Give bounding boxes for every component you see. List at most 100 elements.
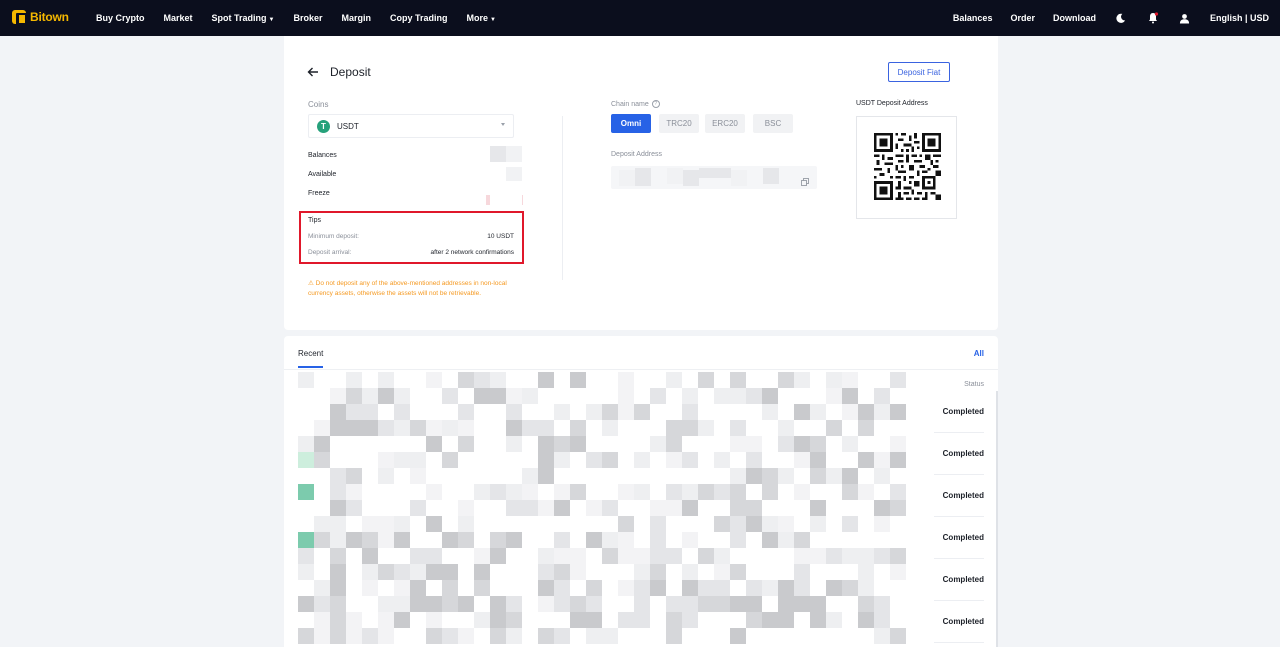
redaction-pixel xyxy=(426,628,442,644)
redaction-pixel xyxy=(794,484,810,500)
redaction-pixel xyxy=(778,580,794,596)
redaction-pixel xyxy=(762,388,778,404)
redaction-pixel xyxy=(778,468,794,484)
redaction-pixel xyxy=(426,484,442,500)
nav-buy-crypto[interactable]: Buy Crypto xyxy=(96,13,145,23)
redaction-pixel xyxy=(826,580,842,596)
redaction-pixel xyxy=(394,596,410,612)
redaction-pixel xyxy=(378,452,394,468)
redaction-pixel xyxy=(842,548,858,564)
redaction-pixel xyxy=(378,596,394,612)
redaction-pixel xyxy=(474,580,490,596)
redaction-pixel xyxy=(618,612,634,628)
redaction-pixel xyxy=(810,468,826,484)
redaction-pixel xyxy=(586,596,602,612)
view-all-link[interactable]: All xyxy=(974,349,984,358)
redaction-pixel xyxy=(570,612,586,628)
nav-more[interactable]: More ▼ xyxy=(467,13,496,23)
redaction-pixel xyxy=(330,580,346,596)
redaction-pixel xyxy=(490,388,506,404)
redaction-pixel xyxy=(602,628,618,644)
redaction-pixel xyxy=(746,452,762,468)
chain-trc20-button[interactable]: TRC20 xyxy=(659,114,699,133)
redacted-value xyxy=(506,167,522,181)
scrollbar[interactable] xyxy=(996,391,998,647)
nav-balances[interactable]: Balances xyxy=(953,13,993,23)
redaction-pixel xyxy=(554,436,570,452)
redaction-pixel xyxy=(602,452,618,468)
logo-icon xyxy=(12,10,27,25)
redacted-value xyxy=(486,195,490,205)
redaction-pixel xyxy=(618,372,634,388)
redaction-pixel xyxy=(474,548,490,564)
redaction-pixel xyxy=(746,516,762,532)
redaction-pixel xyxy=(874,404,890,420)
redaction-pixel xyxy=(634,452,650,468)
redaction-pixel xyxy=(730,532,746,548)
status-badge: Completed xyxy=(942,617,984,626)
redaction-pixel xyxy=(586,404,602,420)
deposit-fiat-button[interactable]: Deposit Fiat xyxy=(888,62,950,82)
redaction-pixel xyxy=(442,388,458,404)
bell-icon[interactable] xyxy=(1146,11,1160,25)
redaction-pixel xyxy=(682,580,698,596)
minimum-deposit-label: Minimum deposit: xyxy=(308,233,359,240)
help-icon[interactable]: ? xyxy=(651,100,660,108)
nav-copy-trading[interactable]: Copy Trading xyxy=(390,13,448,23)
redaction-pixel xyxy=(394,516,410,532)
user-icon[interactable] xyxy=(1178,11,1192,25)
nav-download[interactable]: Download xyxy=(1053,13,1096,23)
redaction-pixel xyxy=(746,500,762,516)
redaction-pixel xyxy=(842,404,858,420)
redaction-pixel xyxy=(714,484,730,500)
chain-erc20-button[interactable]: ERC20 xyxy=(705,114,745,133)
redaction-pixel xyxy=(474,388,490,404)
status-badge: Completed xyxy=(942,449,984,458)
redaction-pixel xyxy=(490,372,506,388)
redaction-pixel xyxy=(682,500,698,516)
chain-bsc-button[interactable]: BSC xyxy=(753,114,793,133)
copy-icon[interactable] xyxy=(801,173,809,186)
deposit-address-field[interactable] xyxy=(611,166,817,189)
redaction-pixel xyxy=(666,500,682,516)
redaction-pixel xyxy=(570,372,586,388)
nav-order[interactable]: Order xyxy=(1010,13,1035,23)
nav-margin[interactable]: Margin xyxy=(342,13,372,23)
nav-spot-trading[interactable]: Spot Trading ▼ xyxy=(212,13,275,23)
redaction-pixel xyxy=(666,628,682,644)
redaction-pixel xyxy=(442,580,458,596)
redaction-pixel xyxy=(842,372,858,388)
redaction-pixel xyxy=(890,500,906,516)
redaction-pixel xyxy=(538,372,554,388)
redaction-pixel xyxy=(538,420,554,436)
redaction-pixel xyxy=(362,532,378,548)
redaction-pixel xyxy=(666,452,682,468)
redaction-pixel xyxy=(426,548,442,564)
redaction-pixel xyxy=(554,404,570,420)
redaction-pixel xyxy=(794,372,810,388)
nav-broker[interactable]: Broker xyxy=(293,13,322,23)
redaction-pixel xyxy=(314,420,330,436)
redaction-pixel xyxy=(826,372,842,388)
coin-select[interactable]: T USDT xyxy=(308,114,514,138)
moon-icon[interactable] xyxy=(1114,11,1128,25)
redacted-value xyxy=(506,146,522,162)
chain-omni-button[interactable]: Omni xyxy=(611,114,651,133)
redaction-pixel xyxy=(570,484,586,500)
redaction-pixel xyxy=(682,404,698,420)
redaction-pixel xyxy=(650,388,666,404)
back-arrow-icon[interactable] xyxy=(306,65,320,79)
redaction-pixel xyxy=(538,452,554,468)
row-divider xyxy=(934,432,984,433)
redaction-pixel xyxy=(298,628,314,644)
language-currency-selector[interactable]: English | USD xyxy=(1210,13,1269,23)
redaction-pixel xyxy=(602,548,618,564)
tab-recent[interactable]: Recent xyxy=(298,349,323,358)
redaction-pixel xyxy=(538,436,554,452)
redaction-pixel xyxy=(762,516,778,532)
redaction-pixel xyxy=(554,452,570,468)
logo[interactable]: Bitown xyxy=(12,10,69,25)
redaction-pixel xyxy=(394,388,410,404)
nav-market[interactable]: Market xyxy=(164,13,193,23)
redaction-pixel xyxy=(602,500,618,516)
